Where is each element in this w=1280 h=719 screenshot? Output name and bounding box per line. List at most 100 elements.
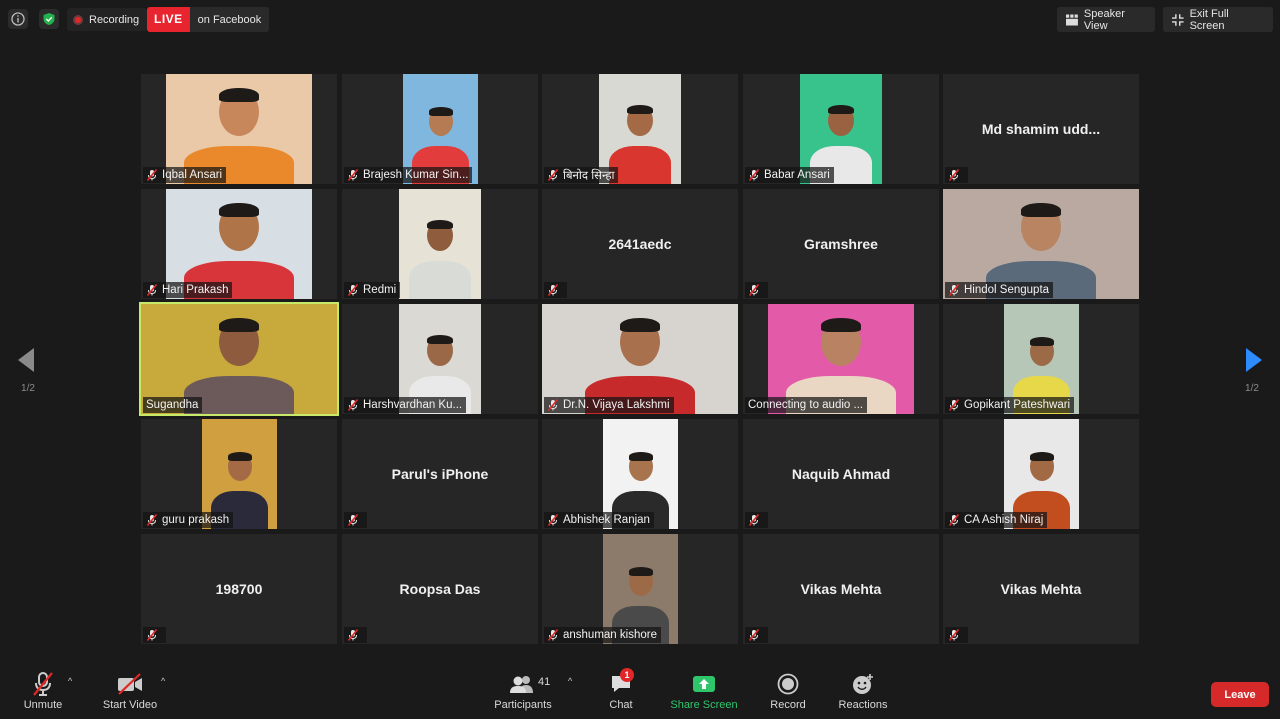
participant-tile[interactable]: Abhishek Ranjan bbox=[542, 419, 738, 529]
muted-microphone-icon bbox=[748, 514, 760, 526]
participant-tile[interactable]: Roopsa Das bbox=[342, 534, 538, 644]
participant-display-name: 2641aedc bbox=[608, 236, 672, 252]
participant-tile[interactable]: Dr.N. Vijaya Lakshmi bbox=[542, 304, 738, 414]
participant-hair bbox=[1029, 452, 1054, 461]
muted-microphone-icon bbox=[33, 672, 53, 696]
participant-name-label: बिनोद सिन्हा bbox=[544, 167, 619, 183]
participant-tile[interactable]: Vikas Mehta bbox=[943, 534, 1139, 644]
audio-options-caret-icon[interactable]: ^ bbox=[68, 676, 72, 686]
share-screen-label: Share Screen bbox=[670, 699, 738, 711]
share-screen-button[interactable]: Share Screen bbox=[668, 670, 740, 711]
muted-microphone-icon bbox=[948, 514, 960, 526]
participant-tile[interactable]: CA Ashish Niraj bbox=[943, 419, 1139, 529]
participant-name: anshuman kishore bbox=[563, 629, 657, 641]
participant-tile[interactable]: Harshvardhan Ku... bbox=[342, 304, 538, 414]
participant-hair bbox=[426, 334, 454, 344]
participants-label: Participants bbox=[494, 699, 552, 711]
participant-tile[interactable]: Gramshree bbox=[743, 189, 939, 299]
participant-face bbox=[219, 318, 259, 366]
participant-hair bbox=[426, 219, 454, 229]
previous-page-button[interactable]: 1/2 bbox=[13, 345, 43, 395]
participant-face bbox=[620, 318, 660, 366]
participant-tile[interactable]: anshuman kishore bbox=[542, 534, 738, 644]
arrow-left-icon bbox=[18, 348, 34, 372]
muted-microphone-icon bbox=[547, 629, 559, 641]
participant-tile[interactable]: Connecting to audio ... bbox=[743, 304, 939, 414]
participant-tile[interactable]: Parul's iPhone bbox=[342, 419, 538, 529]
muted-microphone-icon bbox=[347, 629, 359, 641]
exit-full-screen-button[interactable]: Exit Full Screen bbox=[1163, 7, 1273, 32]
leave-meeting-button[interactable]: Leave bbox=[1211, 682, 1269, 707]
reactions-button[interactable]: Reactions bbox=[835, 670, 891, 711]
live-stream-indicator[interactable]: LIVE on Facebook bbox=[147, 7, 270, 32]
encryption-shield-icon[interactable] bbox=[39, 9, 59, 29]
recording-indicator[interactable]: Recording bbox=[67, 8, 148, 31]
muted-microphone-icon bbox=[146, 284, 158, 296]
chat-button[interactable]: 1 Chat bbox=[602, 668, 640, 711]
participant-tile[interactable]: Sugandha bbox=[139, 302, 339, 416]
chat-unread-badge: 1 bbox=[620, 668, 634, 682]
participant-tile[interactable]: 2641aedc bbox=[542, 189, 738, 299]
participants-count: 41 bbox=[538, 676, 551, 688]
start-video-button[interactable]: Start Video bbox=[99, 670, 161, 711]
participant-face bbox=[628, 452, 653, 481]
participant-name: CA Ashish Niraj bbox=[964, 514, 1044, 526]
participant-name-label bbox=[745, 512, 768, 528]
exit-full-screen-icon bbox=[1172, 13, 1184, 26]
participant-tile[interactable]: Redmi bbox=[342, 189, 538, 299]
record-button[interactable]: Record bbox=[767, 670, 809, 711]
participant-tile[interactable]: Brajesh Kumar Sin... bbox=[342, 74, 538, 184]
muted-microphone-icon bbox=[948, 169, 960, 181]
unmute-button[interactable]: Unmute bbox=[20, 670, 66, 711]
participant-name: Brajesh Kumar Sin... bbox=[363, 169, 469, 181]
participant-tile[interactable]: 198700 bbox=[141, 534, 337, 644]
participant-tile[interactable]: Hari Prakash bbox=[141, 189, 337, 299]
muted-microphone-icon bbox=[347, 284, 359, 296]
top-bar: Recording LIVE on Facebook Speaker View … bbox=[0, 0, 1280, 38]
participant-tile[interactable]: Vikas Mehta bbox=[743, 534, 939, 644]
info-icon[interactable] bbox=[8, 9, 28, 29]
chat-label: Chat bbox=[609, 699, 633, 711]
participant-tile[interactable]: Iqbal Ansari bbox=[141, 74, 337, 184]
participant-name-label: Babar Ansari bbox=[745, 167, 834, 183]
participant-name: Sugandha bbox=[146, 399, 199, 411]
live-badge: LIVE bbox=[147, 7, 190, 32]
speaker-view-button[interactable]: Speaker View bbox=[1057, 7, 1155, 32]
participant-tile[interactable]: Gopikant Pateshwari bbox=[943, 304, 1139, 414]
participant-face bbox=[428, 107, 453, 136]
participant-video bbox=[399, 189, 481, 299]
participant-display-name: Naquib Ahmad bbox=[791, 466, 891, 482]
record-label: Record bbox=[770, 699, 806, 711]
muted-microphone-icon bbox=[547, 169, 559, 181]
participant-hair bbox=[1029, 337, 1054, 346]
participant-face bbox=[827, 104, 855, 136]
participant-tile[interactable]: Babar Ansari bbox=[743, 74, 939, 184]
share-screen-icon bbox=[693, 676, 715, 692]
speaker-view-icon bbox=[1066, 13, 1078, 26]
video-options-caret-icon[interactable]: ^ bbox=[161, 676, 165, 686]
participant-tile[interactable]: बिनोद सिन्हा bbox=[542, 74, 738, 184]
participant-name-label: CA Ashish Niraj bbox=[945, 512, 1048, 528]
participant-tile[interactable]: guru prakash bbox=[141, 419, 337, 529]
participant-face bbox=[227, 452, 252, 481]
participant-name-label bbox=[544, 282, 567, 298]
participant-display-name: Roopsa Das bbox=[399, 581, 481, 597]
participant-face bbox=[219, 203, 259, 251]
muted-microphone-icon bbox=[748, 629, 760, 641]
participant-name: Gopikant Pateshwari bbox=[964, 399, 1071, 411]
speaker-view-label: Speaker View bbox=[1083, 7, 1125, 32]
page-indicator-right: 1/2 bbox=[1245, 383, 1259, 394]
participant-name-label: Redmi bbox=[344, 282, 401, 298]
participant-tile[interactable]: Md shamim udd... bbox=[943, 74, 1139, 184]
participant-tile[interactable]: Hindol Sengupta bbox=[943, 189, 1139, 299]
live-target: on Facebook bbox=[197, 13, 262, 26]
participant-display-name: Md shamim udd... bbox=[981, 121, 1101, 137]
next-page-button[interactable]: 1/2 bbox=[1237, 345, 1267, 395]
participants-options-caret-icon[interactable]: ^ bbox=[568, 676, 572, 686]
participant-name: बिनोद सिन्हा bbox=[563, 169, 615, 182]
participant-name: Redmi bbox=[363, 284, 397, 296]
participant-face bbox=[426, 334, 454, 366]
participant-tile[interactable]: Naquib Ahmad bbox=[743, 419, 939, 529]
participant-hair bbox=[620, 318, 660, 333]
muted-microphone-icon bbox=[146, 514, 158, 526]
